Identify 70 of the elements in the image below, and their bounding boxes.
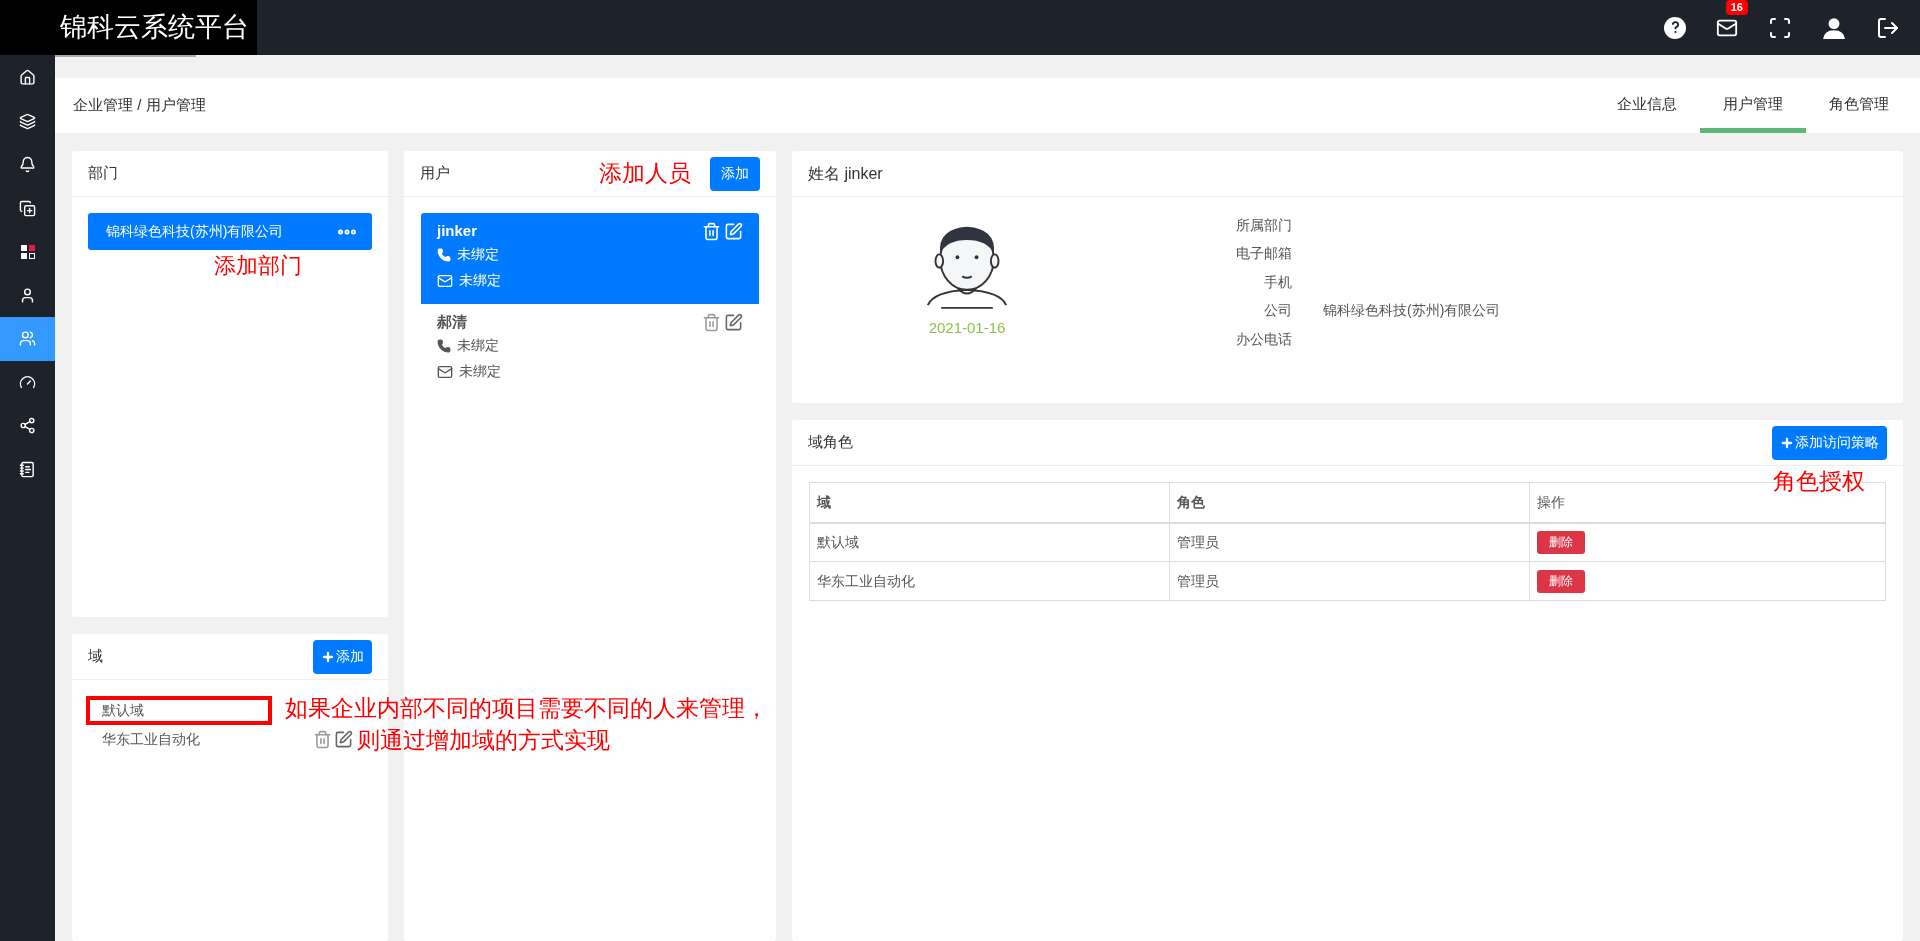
nodes-icon xyxy=(19,417,36,435)
user-icon xyxy=(19,286,36,304)
table-cell: 默认域 xyxy=(809,522,1170,562)
email-value: 未绑定 xyxy=(459,362,501,381)
mail-icon xyxy=(437,272,453,289)
copy-plus-icon xyxy=(19,199,36,217)
card-title: 姓名 jinker xyxy=(808,163,883,184)
delete-icon[interactable] xyxy=(313,730,332,749)
logo: 锦科云系统平台 xyxy=(0,0,257,55)
table-cell: 管理员 xyxy=(1169,522,1530,562)
phone-value: 未绑定 xyxy=(457,336,499,355)
tab[interactable]: 角色管理 xyxy=(1806,78,1912,133)
edit-icon[interactable] xyxy=(334,730,353,749)
add-policy-button[interactable]: 添加访问策略 xyxy=(1772,425,1887,460)
annotation-text: 添加部门 xyxy=(214,252,302,280)
mail-icon xyxy=(437,363,453,380)
edit-icon[interactable] xyxy=(724,221,743,241)
logout-icon[interactable] xyxy=(1876,15,1900,40)
plus-icon xyxy=(1780,435,1794,450)
phone-icon xyxy=(437,247,451,262)
home-icon xyxy=(19,69,36,87)
notification-badge: 16 xyxy=(1725,0,1748,15)
breadcrumb: 企业管理 / 用户管理 xyxy=(73,94,206,115)
tab[interactable]: 用户管理 xyxy=(1700,78,1806,133)
annotation-text: 添加人员 xyxy=(599,159,691,189)
add-button[interactable]: 添加 xyxy=(710,156,760,191)
annotation-text: 则通过增加域的方式实现 xyxy=(357,726,610,755)
delete-button[interactable]: 删除 xyxy=(1537,569,1585,593)
delete-button[interactable]: 删除 xyxy=(1537,530,1585,554)
tab[interactable]: 企业信息 xyxy=(1594,78,1700,133)
user-name: jinker xyxy=(437,220,478,241)
help-icon[interactable] xyxy=(1664,16,1686,39)
user-item[interactable]: 郝清 未绑定 未绑定 xyxy=(421,304,759,395)
user-item[interactable]: jinker 未绑定 未绑定 xyxy=(421,213,759,304)
table-cell: 华东工业自动化 xyxy=(809,561,1170,601)
user-name: 郝清 xyxy=(437,311,467,332)
card-title: 部门 xyxy=(88,163,118,184)
field-label: 所属部门 xyxy=(1235,215,1292,235)
annotation-text: 如果企业内部不同的项目需要不同的人来管理， xyxy=(285,694,768,723)
plus-icon xyxy=(321,649,335,664)
column-header: 角色 xyxy=(1169,482,1530,523)
domain-item[interactable]: 华东工业自动化 xyxy=(86,725,272,754)
bell-icon xyxy=(19,156,36,174)
fullscreen-icon[interactable] xyxy=(1768,15,1792,40)
grid-icon xyxy=(19,243,36,260)
phone-value: 未绑定 xyxy=(457,245,499,264)
delete-icon[interactable] xyxy=(702,221,721,241)
table-cell: 管理员 xyxy=(1169,561,1530,601)
notebook-icon xyxy=(19,460,36,478)
email-value: 未绑定 xyxy=(459,271,501,290)
card-title: 域 xyxy=(88,646,103,667)
domain-item[interactable]: 默认域 xyxy=(86,696,272,725)
field-label: 电子邮箱 xyxy=(1235,244,1292,264)
card-title: 用户 xyxy=(420,163,450,184)
field-label: 公司 xyxy=(1263,301,1292,321)
column-header: 域 xyxy=(809,482,1170,523)
users-icon xyxy=(19,330,36,348)
account-icon[interactable] xyxy=(1822,15,1846,40)
layers-icon xyxy=(19,112,36,130)
field-label: 手机 xyxy=(1263,272,1292,292)
add-button[interactable]: 添加 xyxy=(313,639,372,674)
edit-icon[interactable] xyxy=(724,312,743,332)
phone-icon xyxy=(437,338,451,353)
card-title: 域角色 xyxy=(808,432,853,453)
field-value: 锦科绿色科技(苏州)有限公司 xyxy=(1323,301,1501,321)
department-item[interactable]: 锦科绿色科技(苏州)有限公司 xyxy=(88,213,372,250)
field-label: 办公电话 xyxy=(1235,329,1292,349)
delete-icon[interactable] xyxy=(702,312,721,332)
gauge-icon xyxy=(19,373,36,391)
date-text: 2021-01-16 xyxy=(928,318,1006,338)
